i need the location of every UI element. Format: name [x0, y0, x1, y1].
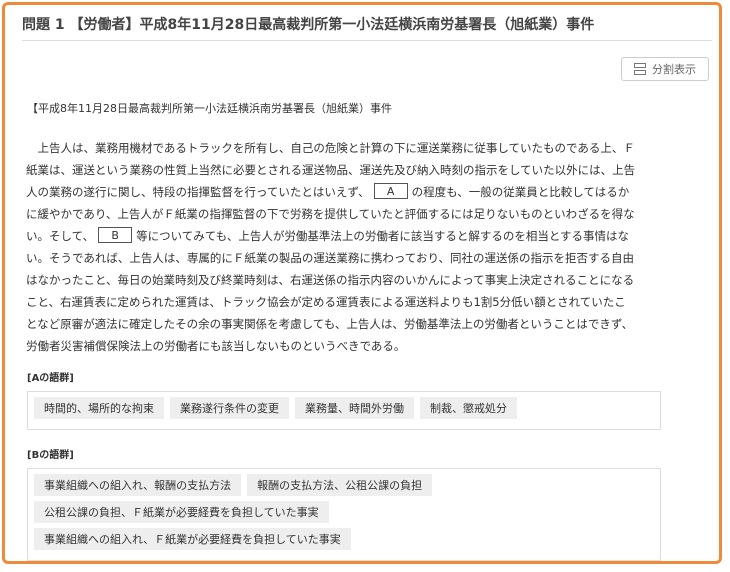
- passage-line-text: 上告人は、業務用機材であるトラックを所有し、自己の危険と計算の下に運送業務に従事…: [37, 141, 635, 155]
- group-a-box: 時間的、場所的な拘束 業務遂行条件の変更 業務量、時間外労働 制裁、懲戒処分: [27, 391, 661, 430]
- word-chip-b-4[interactable]: 事業組織への組入れ、Ｆ紙業が必要経費を負担していた事実: [34, 528, 351, 550]
- group-b-box: 事業組織への組入れ、報酬の支払方法 報酬の支払方法、公租公課の負担 公租公課の負担…: [27, 468, 661, 561]
- passage-line: はなかったこと、毎日の始業時刻及び終業時刻は、右運送係の指示内容のいかんによって…: [26, 273, 635, 287]
- group-b-label: [Bの語群]: [27, 450, 74, 461]
- passage-line: い。そして、 B 等についてみても、上告人が労働基準法上の労働者に該当すると解するの…: [26, 225, 696, 247]
- passage-line: 上告人は、業務用機材であるトラックを所有し、自己の危険と計算の下に運送業務に従事…: [26, 137, 696, 159]
- blank-b[interactable]: B: [98, 227, 133, 243]
- blank-a[interactable]: A: [373, 183, 408, 199]
- passage-line: い。そうであれば、上告人は、専属的にＦ紙業の製品の運送業務に携わっており、同社の…: [26, 251, 634, 265]
- passage-line: 人の業務の遂行に関し、特段の指揮監督を行っていたとはいえず、 A の程度も、一般の従…: [26, 181, 696, 203]
- passage-line-text: の程度も、一般の従業員と比較してはるか: [411, 185, 630, 199]
- word-chip-b-2[interactable]: 報酬の支払方法、公租公課の負担: [247, 474, 433, 496]
- question-frame: 問題 1 【労働者】平成8年11月28日最高裁判所第一小法廷横浜南労基署長（旭紙…: [2, 2, 722, 564]
- split-view-button[interactable]: 分割表示: [621, 57, 709, 81]
- word-chip-b-1[interactable]: 事業組織への組入れ、報酬の支払方法: [34, 474, 242, 496]
- passage-line: 紙業は、運送という業務の性質上当然に必要とされる運送物品、運送先及び納入時刻の指…: [26, 163, 636, 177]
- word-chip-a-2[interactable]: 業務遂行条件の変更: [170, 397, 289, 419]
- passage-line-text: い。そして、: [26, 229, 95, 243]
- passage-line-text: 人の業務の遂行に関し、特段の指揮監督を行っていたとはいえず、: [26, 185, 370, 199]
- split-view-icon: [634, 63, 646, 75]
- question-header: 問題 1 【労働者】平成8年11月28日最高裁判所第一小法廷横浜南労基署長（旭紙…: [22, 14, 712, 41]
- split-view-label: 分割表示: [652, 63, 696, 76]
- word-chip-a-4[interactable]: 制裁、懲戒処分: [420, 397, 517, 419]
- passage-line: こと、右運賃表に定められた運賃は、トラック協会が定める運賃表による運送料よりも1…: [26, 295, 626, 309]
- question-title: 問題 1 【労働者】平成8年11月28日最高裁判所第一小法廷横浜南労基署長（旭紙…: [22, 17, 595, 33]
- word-chip-b-3[interactable]: 公租公課の負担、Ｆ紙業が必要経費を負担していた事実: [34, 501, 329, 523]
- passage-line: となど原審が適法に確定したその余の事実関係を考慮しても、上告人は、労働基準法上の…: [26, 317, 634, 331]
- case-reference: 【平成8年11月28日最高裁判所第一小法廷横浜南労基署長（旭紙業）事件: [27, 102, 392, 115]
- word-chip-a-3[interactable]: 業務量、時間外労働: [295, 397, 414, 419]
- passage-line: 労働者災害補償保険法上の労働者にも該当しないものというべきである。: [26, 339, 406, 353]
- group-a-label: [Aの語群]: [27, 373, 74, 384]
- passage-text: 上告人は、業務用機材であるトラックを所有し、自己の危険と計算の下に運送業務に従事…: [26, 137, 696, 357]
- passage-line-text: 等についてみても、上告人が労働基準法上の労働者に該当すると解するのを相当とする事…: [136, 229, 629, 243]
- passage-line: に緩やかであり、上告人がＦ紙業の指揮監督の下で労務を提供していたと評価するには足…: [26, 207, 635, 221]
- word-chip-a-1[interactable]: 時間的、場所的な拘束: [34, 397, 164, 419]
